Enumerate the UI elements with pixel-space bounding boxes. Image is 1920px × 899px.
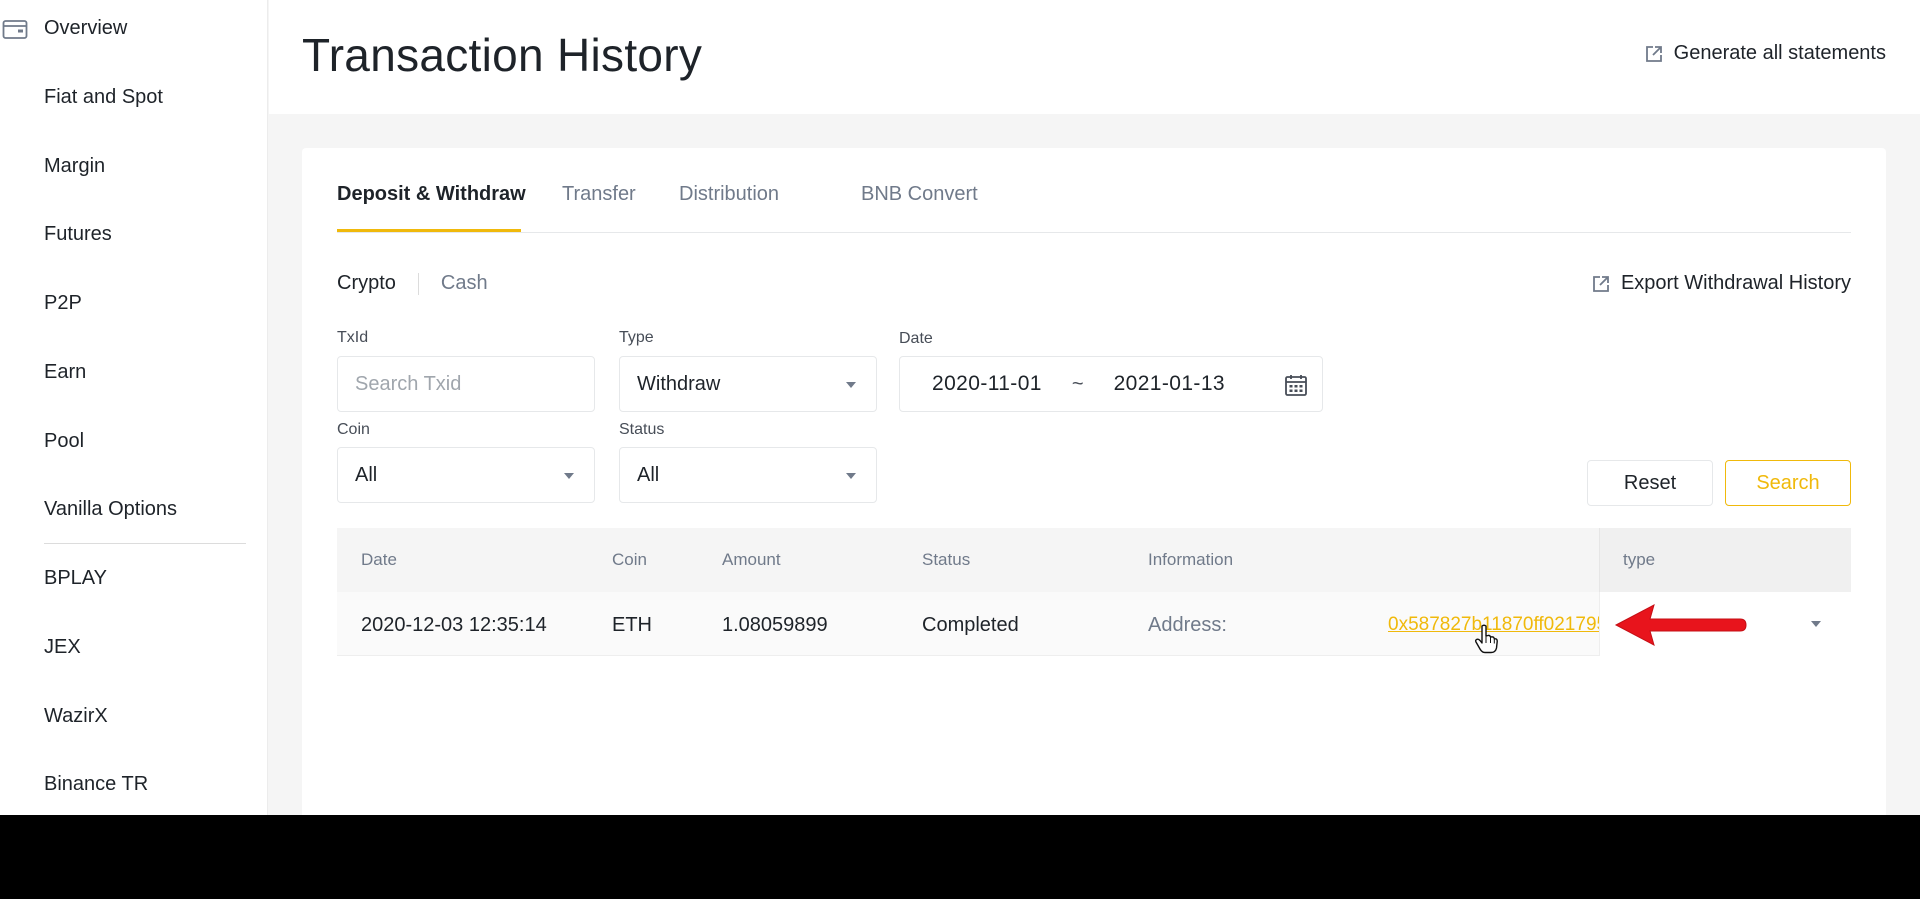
active-tab-indicator — [337, 229, 521, 232]
row-coin: ETH — [612, 614, 652, 636]
generate-statements-button[interactable]: Generate all statements — [1644, 42, 1886, 65]
video-letterbox — [0, 815, 1920, 899]
status-select-value: All — [637, 463, 660, 486]
column-header-type: type — [1623, 550, 1656, 569]
coin-label: Coin — [337, 421, 370, 438]
row-date: 2020-12-03 12:35:14 — [361, 614, 547, 636]
search-button[interactable]: Search — [1725, 460, 1851, 506]
tab-bnb-convert[interactable]: BNB Convert — [861, 183, 978, 206]
sidebar-item-p2p[interactable]: P2P — [44, 292, 82, 315]
date-start-value: 2020-11-01 — [932, 372, 1042, 395]
chevron-down-icon — [846, 382, 856, 388]
txid-search-input[interactable]: Search Txid — [337, 356, 595, 412]
txid-label: TxId — [337, 329, 369, 346]
coin-select-value: All — [355, 463, 378, 486]
export-icon — [1645, 45, 1662, 62]
pointer-hand-icon — [1474, 624, 1498, 654]
export-withdrawal-history-label: Export Withdrawal History — [1620, 272, 1851, 294]
date-label: Date — [899, 330, 933, 347]
status-label: Status — [619, 421, 665, 438]
column-header-status: Status — [922, 550, 971, 569]
chevron-down-icon — [564, 473, 574, 479]
type-label: Type — [619, 329, 654, 346]
calendar-icon[interactable] — [1284, 373, 1308, 397]
chevron-down-icon — [846, 473, 856, 479]
tab-bar: Deposit & Withdraw Transfer Distribution… — [337, 183, 1851, 233]
transactions-table: Date Coin Amount Status Information type… — [337, 528, 1851, 656]
status-select[interactable]: All — [619, 447, 877, 503]
sidebar-item-margin[interactable]: Margin — [44, 155, 105, 178]
tab-transfer[interactable]: Transfer — [562, 183, 636, 206]
export-withdrawal-history-button[interactable]: Export Withdrawal History — [1591, 272, 1851, 295]
generate-statements-label: Generate all statements — [1673, 42, 1886, 64]
chevron-down-icon[interactable] — [1811, 621, 1821, 627]
tab-deposit-withdraw[interactable]: Deposit & Withdraw — [337, 183, 526, 206]
reset-button[interactable]: Reset — [1587, 460, 1713, 506]
wallet-icon — [2, 20, 28, 39]
column-header-coin: Coin — [612, 550, 647, 569]
table-header: Date Coin Amount Status Information type — [337, 528, 1851, 592]
toggle-divider — [417, 272, 419, 295]
column-header-type-cell: type — [1599, 528, 1851, 592]
sidebar: Overview Fiat and Spot Margin Futures P2… — [0, 0, 268, 815]
annotation-arrow-icon — [1614, 604, 1747, 646]
date-range-separator: ~ — [1071, 372, 1084, 395]
column-header-amount: Amount — [722, 550, 781, 569]
toggle-crypto[interactable]: Crypto — [337, 272, 396, 295]
sidebar-divider — [44, 543, 246, 544]
sidebar-item-bplay[interactable]: BPLAY — [44, 567, 107, 590]
row-amount: 1.08059899 — [722, 614, 828, 636]
row-status: Completed — [922, 614, 1019, 636]
sidebar-item-pool[interactable]: Pool — [44, 430, 84, 453]
type-select-value: Withdraw — [637, 372, 721, 395]
sidebar-item-fiat-and-spot[interactable]: Fiat and Spot — [44, 86, 163, 109]
tab-distribution[interactable]: Distribution — [679, 183, 779, 206]
date-end-value: 2021-01-13 — [1113, 372, 1225, 395]
row-address-label: Address: — [1148, 614, 1227, 636]
sidebar-item-binance-tr[interactable]: Binance TR — [44, 773, 148, 796]
sidebar-item-earn[interactable]: Earn — [44, 361, 86, 384]
asset-toggle: Crypto Cash — [337, 272, 488, 295]
table-row[interactable]: 2020-12-03 12:35:14 ETH 1.08059899 Compl… — [337, 592, 1851, 656]
export-icon — [1593, 275, 1609, 292]
txid-placeholder: Search Txid — [355, 372, 462, 395]
page-title: Transaction History — [302, 29, 703, 81]
app-window: Overview Fiat and Spot Margin Futures P2… — [0, 0, 1920, 815]
sidebar-item-wazirx[interactable]: WazirX — [44, 705, 108, 728]
sidebar-item-futures[interactable]: Futures — [44, 223, 112, 246]
type-select[interactable]: Withdraw — [619, 356, 877, 412]
transaction-card: Deposit & Withdraw Transfer Distribution… — [302, 148, 1886, 815]
sidebar-item-jex[interactable]: JEX — [44, 636, 81, 659]
toggle-cash[interactable]: Cash — [441, 272, 488, 295]
coin-select[interactable]: All — [337, 447, 595, 503]
sidebar-item-vanilla-options[interactable]: Vanilla Options — [44, 498, 177, 521]
column-header-information: Information — [1148, 550, 1234, 569]
column-header-date: Date — [361, 550, 397, 569]
sidebar-item-overview[interactable]: Overview — [44, 17, 127, 40]
date-range-picker[interactable]: 2020-11-01 ~ 2021-01-13 — [899, 356, 1323, 412]
page-header: Transaction History Generate all stateme… — [269, 0, 1920, 114]
